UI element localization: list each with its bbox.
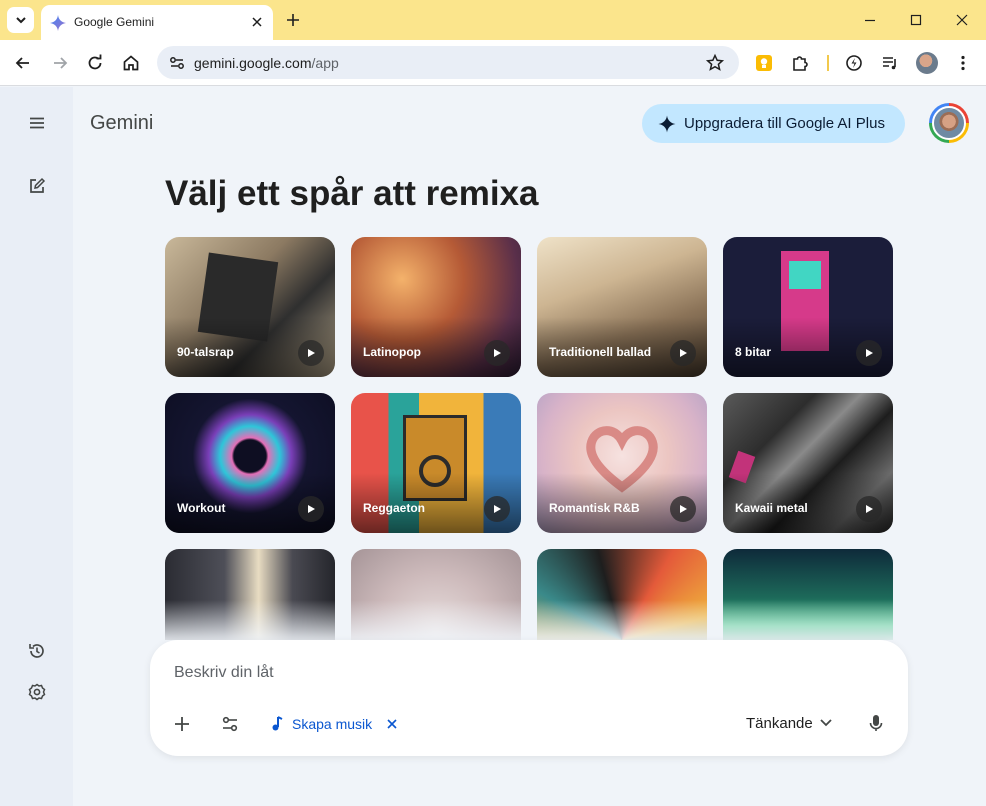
tab-search-button[interactable] xyxy=(7,7,34,33)
history-icon[interactable] xyxy=(27,641,47,661)
back-arrow-icon[interactable] xyxy=(13,53,33,73)
chevron-down-icon[interactable] xyxy=(818,714,834,730)
tab-title: Google Gemini xyxy=(74,15,155,29)
play-icon[interactable] xyxy=(298,340,324,366)
track-card-8-bitar[interactable]: 8 bitar xyxy=(723,237,893,377)
track-label: Workout xyxy=(177,501,226,515)
prompt-input[interactable] xyxy=(174,661,734,685)
gemini-brand-title[interactable]: Gemini xyxy=(90,112,153,135)
settings-gear-icon[interactable] xyxy=(27,682,47,702)
forward-arrow-icon[interactable] xyxy=(50,53,70,73)
chip-label: Skapa musik xyxy=(292,716,373,732)
tools-sliders-icon[interactable] xyxy=(219,713,241,735)
track-card-latinopop[interactable]: Latinopop xyxy=(351,237,521,377)
extensions-puzzle-icon[interactable] xyxy=(790,53,810,73)
play-icon[interactable] xyxy=(484,496,510,522)
upgrade-button[interactable]: Uppgradera till Google AI Plus xyxy=(642,104,905,143)
site-info-icon[interactable] xyxy=(167,53,187,73)
prompt-box: Skapa musik Tänkande xyxy=(150,640,908,756)
close-icon[interactable] xyxy=(249,14,265,30)
track-label: Reggaeton xyxy=(363,501,426,515)
add-icon[interactable] xyxy=(171,713,193,735)
minimize-button[interactable] xyxy=(862,12,878,28)
track-grid: 90-talsrap Latinopop Traditionell ballad… xyxy=(165,237,893,640)
browser-titlebar: Google Gemini xyxy=(0,0,986,40)
home-icon[interactable] xyxy=(121,53,141,73)
track-label: Romantisk R&B xyxy=(549,501,640,515)
track-card-workout[interactable]: Workout xyxy=(165,393,335,533)
card-art-screen xyxy=(789,261,821,289)
page-title: Välj ett spår att remixa xyxy=(165,174,539,213)
track-label: Kawaii metal xyxy=(735,501,808,515)
browser-toolbar: gemini.google.com/app xyxy=(0,40,986,86)
avatar-photo xyxy=(932,106,966,140)
url-host: gemini.google.com xyxy=(194,55,312,71)
close-window-button[interactable] xyxy=(954,12,970,28)
microphone-icon[interactable] xyxy=(865,712,887,734)
play-icon[interactable] xyxy=(856,496,882,522)
performance-icon[interactable] xyxy=(844,53,864,73)
bookmark-star-icon[interactable] xyxy=(705,53,725,73)
track-card-90-talsrap[interactable]: 90-talsrap xyxy=(165,237,335,377)
track-card-reggaeton[interactable]: Reggaeton xyxy=(351,393,521,533)
upgrade-label: Uppgradera till Google AI Plus xyxy=(684,115,885,132)
close-icon[interactable] xyxy=(386,718,398,730)
music-note-icon xyxy=(272,716,283,731)
toolbar-divider xyxy=(827,55,829,71)
grid-fade-overlay xyxy=(165,600,893,645)
url-text[interactable]: gemini.google.com/app xyxy=(194,55,339,71)
new-chat-icon[interactable] xyxy=(27,176,47,196)
reload-icon[interactable] xyxy=(85,53,105,73)
track-label: 90-talsrap xyxy=(177,345,234,359)
track-card-romantisk-rnb[interactable]: Romantisk R&B xyxy=(537,393,707,533)
play-icon[interactable] xyxy=(484,340,510,366)
play-icon[interactable] xyxy=(670,496,696,522)
track-label: Latinopop xyxy=(363,345,421,359)
maximize-button[interactable] xyxy=(908,12,924,28)
account-avatar[interactable] xyxy=(929,103,969,143)
media-queue-icon[interactable] xyxy=(880,53,900,73)
tab-google-gemini[interactable]: Google Gemini xyxy=(41,5,273,40)
more-vert-icon[interactable] xyxy=(953,53,973,73)
address-bar[interactable]: gemini.google.com/app xyxy=(157,46,739,79)
browser-profile-avatar[interactable] xyxy=(916,52,938,74)
model-mode-selector[interactable]: Tänkande xyxy=(746,715,813,732)
new-tab-button[interactable] xyxy=(284,11,302,29)
play-icon[interactable] xyxy=(856,340,882,366)
play-icon[interactable] xyxy=(298,496,324,522)
play-icon[interactable] xyxy=(670,340,696,366)
url-path: /app xyxy=(311,55,339,71)
track-card-kawaii-metal[interactable]: Kawaii metal xyxy=(723,393,893,533)
menu-icon[interactable] xyxy=(27,113,47,133)
track-label: Traditionell ballad xyxy=(549,345,652,359)
gemini-favicon-icon xyxy=(50,15,66,31)
track-label: 8 bitar xyxy=(735,345,772,359)
sparkle-icon xyxy=(658,115,676,133)
chevron-down-icon xyxy=(15,17,26,24)
keep-extension-icon[interactable] xyxy=(754,53,774,73)
gemini-sidebar xyxy=(0,87,73,806)
track-card-traditionell-ballad[interactable]: Traditionell ballad xyxy=(537,237,707,377)
